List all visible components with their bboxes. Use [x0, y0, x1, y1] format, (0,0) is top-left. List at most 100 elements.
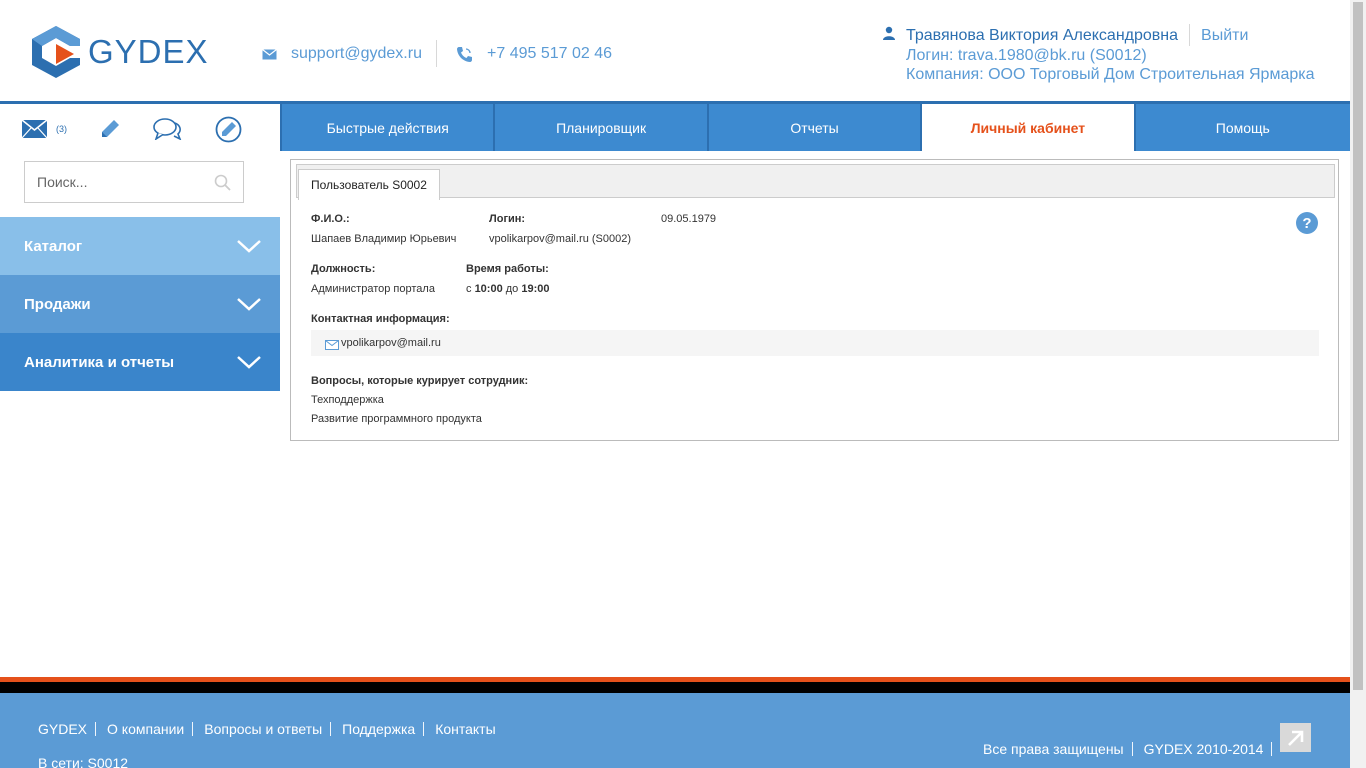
tab-user-profile[interactable]: Пользователь S0002	[298, 169, 440, 200]
footer-links: GYDEX О компании Вопросы и ответы Поддер…	[38, 721, 496, 737]
login-label: Логин:	[489, 213, 526, 225]
tab-reports[interactable]: Отчеты	[708, 104, 921, 151]
scrollbar-thumb[interactable]	[1353, 2, 1363, 690]
sidebar-item-sales[interactable]: Продажи	[0, 275, 280, 333]
contact-email-link[interactable]: vpolikarpov@mail.ru	[341, 337, 441, 349]
sidebar-item-label: Аналитика и отчеты	[24, 353, 175, 371]
edit-button[interactable]	[100, 119, 120, 139]
footer-link-gydex[interactable]: GYDEX	[38, 721, 87, 737]
help-icon[interactable]: ?	[1295, 211, 1319, 240]
footer-divider	[330, 722, 332, 736]
search-box	[24, 161, 244, 203]
chat-button[interactable]	[153, 118, 182, 140]
search-icon[interactable]	[214, 174, 231, 196]
position-value: Администратор портала	[311, 283, 435, 295]
tab-personal-account[interactable]: Личный кабинет	[922, 104, 1134, 151]
questions-label: Вопросы, которые курирует сотрудник:	[311, 375, 529, 387]
footer-stripe-black	[0, 682, 1350, 693]
question-item: Техподдержка	[311, 394, 384, 406]
hours-to-prefix: до	[505, 283, 519, 295]
support-phone-text: +7 495 517 02 46	[487, 45, 613, 62]
tab-quick-actions[interactable]: Быстрые действия	[282, 104, 494, 151]
footer: GYDEX О компании Вопросы и ответы Поддер…	[0, 693, 1350, 768]
footer-link-support[interactable]: Поддержка	[342, 721, 415, 737]
online-status: В сети: S0012	[38, 755, 129, 768]
panel-tab-bar: Пользователь S0002	[296, 164, 1335, 200]
support-phone[interactable]: +7 495 517 02 46	[456, 45, 612, 63]
fio-value: Шапаев Владимир Юрьевич	[311, 233, 457, 245]
rights-text: Все права защищены	[983, 741, 1124, 757]
sidebar-item-label: Каталог	[24, 237, 83, 255]
envelope-icon	[262, 48, 277, 60]
support-email[interactable]: support@gydex.ru	[262, 45, 422, 63]
sidebar-item-catalog[interactable]: Каталог	[0, 217, 280, 275]
main-tabs: Быстрые действия Планировщик Отчеты Личн…	[280, 104, 1350, 151]
chat-icon	[153, 118, 182, 140]
hours-from: 10:00	[474, 283, 503, 295]
header-divider	[436, 40, 437, 67]
notes-button[interactable]	[215, 116, 242, 143]
user-divider	[1189, 24, 1191, 46]
footer-divider	[95, 722, 97, 736]
mail-button[interactable]: (3)	[22, 120, 67, 138]
contact-heading: Контактная информация:	[311, 313, 450, 325]
fio-field: Ф.И.О.: Шапаев Владимир Юрьевич	[311, 213, 456, 245]
questions-field: Вопросы, которые курирует сотрудник: Тех…	[311, 372, 528, 429]
user-name[interactable]: Травянова Виктория Александровна	[906, 26, 1178, 45]
logo-mark-icon	[32, 26, 80, 78]
tab-help[interactable]: Помощь	[1135, 104, 1350, 151]
footer-divider	[423, 722, 425, 736]
contact-label: Контактная информация:	[311, 313, 450, 325]
scroll-top-button[interactable]	[1280, 723, 1311, 752]
fio-label: Ф.И.О.:	[311, 213, 350, 225]
position-field: Должность: Администратор портала	[311, 263, 435, 295]
user-block: Травянова Виктория Александровна Выйти Л…	[882, 24, 1314, 84]
arrow-up-right-icon	[1287, 730, 1303, 746]
footer-link-faq[interactable]: Вопросы и ответы	[204, 721, 322, 737]
sidebar-item-label: Продажи	[24, 295, 91, 313]
search-input[interactable]	[37, 174, 207, 190]
sidebar-item-analytics[interactable]: Аналитика и отчеты	[0, 333, 280, 391]
mail-count-badge: (3)	[56, 124, 67, 134]
copyright-text: GYDEX 2010-2014	[1143, 741, 1264, 757]
birth-date: 09.05.1979	[661, 213, 716, 225]
login-value: vpolikarpov@mail.ru (S0002)	[489, 233, 632, 245]
pencil-icon	[102, 120, 119, 137]
hours-field: Время работы: с 10:00 до 19:00	[466, 263, 550, 295]
envelope-icon	[325, 340, 339, 350]
question-item: Развитие программного продукта	[311, 413, 482, 425]
logo-text: GYDEX	[88, 33, 209, 70]
hours-label: Время работы:	[466, 263, 549, 275]
phone-icon	[456, 46, 473, 63]
logo[interactable]: GYDEX	[30, 24, 209, 80]
footer-link-contacts[interactable]: Контакты	[435, 721, 495, 737]
user-company: Компания: ООО Торговый Дом Строительная …	[906, 66, 1315, 83]
svg-text:?: ?	[1302, 215, 1311, 232]
page-scrollbar[interactable]	[1350, 0, 1366, 768]
footer-link-about[interactable]: О компании	[107, 721, 184, 737]
chevron-down-icon	[237, 297, 261, 311]
pen-circle-icon	[215, 116, 242, 142]
logout-link[interactable]: Выйти	[1201, 26, 1248, 45]
hours-from-prefix: с	[466, 283, 472, 295]
footer-divider	[192, 722, 194, 736]
position-label: Должность:	[311, 263, 376, 275]
header: GYDEX support@gydex.ru +7 495 517 02 46 …	[0, 0, 1350, 101]
footer-divider	[1271, 742, 1273, 756]
user-icon	[882, 26, 896, 45]
hours-value: с 10:00 до 19:00	[466, 283, 550, 295]
contact-email-row: vpolikarpov@mail.ru	[311, 330, 1319, 356]
profile-panel: Пользователь S0002 ? Ф.И.О.: Шапаев Влад…	[290, 159, 1339, 441]
footer-divider	[1131, 742, 1133, 756]
hours-to: 19:00	[521, 283, 550, 295]
birth-date-value: 09.05.1979	[661, 213, 717, 225]
user-login: Логин: trava.1980@bk.ru (S0012)	[906, 47, 1147, 64]
footer-copyright: Все права защищены GYDEX 2010-2014	[983, 741, 1283, 757]
chevron-down-icon	[237, 239, 261, 253]
mail-icon	[22, 120, 47, 138]
tab-planner[interactable]: Планировщик	[495, 104, 707, 151]
sidebar: (3) Каталог Продажи Аналитика и отчеты	[0, 104, 280, 391]
sidebar-menu: Каталог Продажи Аналитика и отчеты	[0, 217, 280, 391]
login-field: Логин: vpolikarpov@mail.ru (S0002)	[489, 213, 631, 245]
chevron-down-icon	[237, 355, 261, 369]
